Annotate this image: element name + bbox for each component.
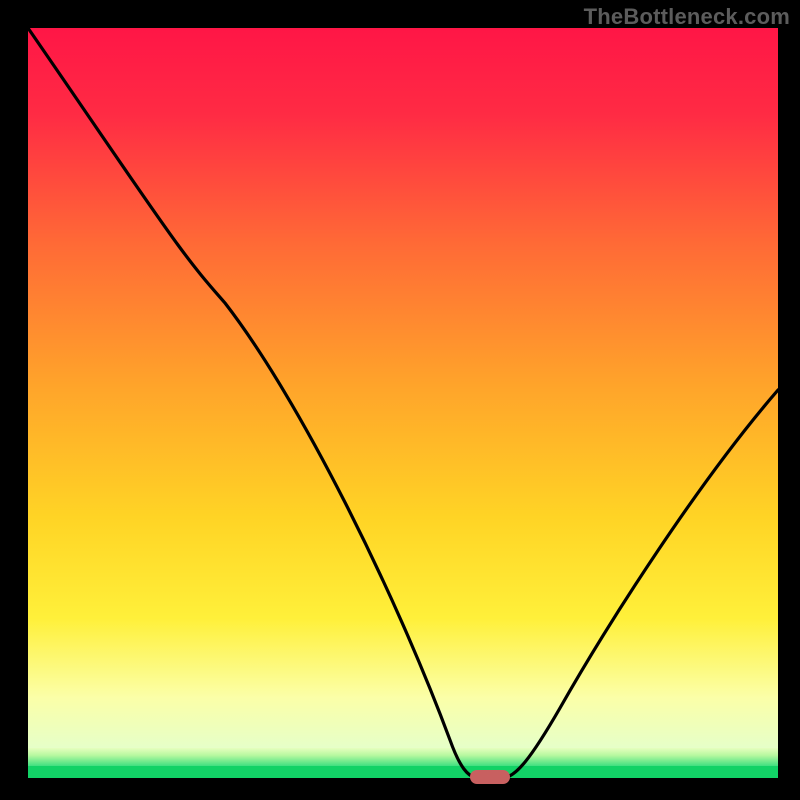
transition-band bbox=[28, 748, 778, 766]
bottleneck-chart bbox=[0, 0, 800, 800]
green-band bbox=[28, 766, 778, 778]
chart-frame: TheBottleneck.com bbox=[0, 0, 800, 800]
watermark-text: TheBottleneck.com bbox=[584, 4, 790, 30]
heatmap-background bbox=[28, 28, 778, 748]
minimum-marker bbox=[470, 770, 510, 784]
